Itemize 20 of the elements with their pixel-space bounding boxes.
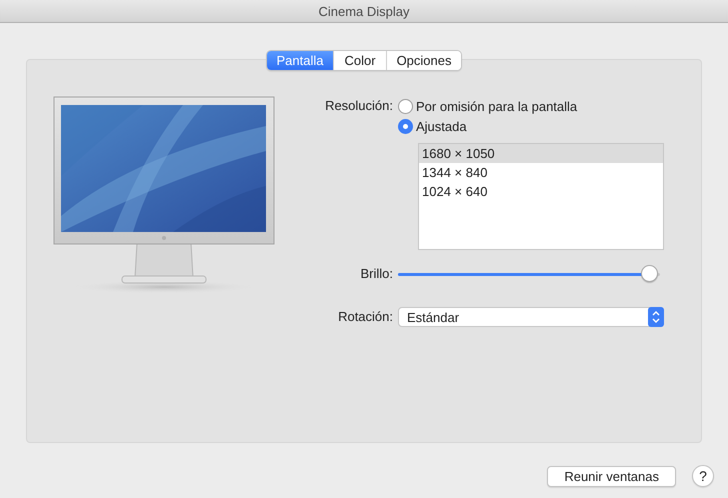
window-title: Cinema Display	[318, 4, 410, 18]
brightness-slider[interactable]	[398, 264, 660, 284]
rotation-label: Rotación:	[337, 308, 393, 326]
list-item[interactable]: 1024 × 640	[419, 182, 663, 201]
radio-label: Ajustada	[416, 118, 467, 134]
tab[interactable]: Color	[333, 51, 386, 70]
tab[interactable]: Pantalla	[266, 51, 334, 70]
list-item[interactable]: 1680 × 1050	[419, 144, 663, 163]
radio-label: Por omisión para la pantalla	[416, 98, 578, 114]
radio-button[interactable]	[398, 118, 413, 134]
brightness-label: Brillo:	[359, 265, 393, 283]
list-item[interactable]: 1344 × 840	[419, 163, 663, 182]
help-button[interactable]: ?	[692, 465, 714, 487]
tab[interactable]: Opciones	[386, 51, 462, 70]
rotation-dropdown[interactable]: Estándar	[398, 307, 664, 327]
resolution-label: Resolución:	[324, 97, 393, 115]
stepper-icon	[648, 307, 664, 327]
radio-button[interactable]	[398, 98, 413, 114]
gather-windows-button[interactable]: Reunir ventanas	[547, 466, 676, 486]
slider-thumb[interactable]	[640, 265, 658, 282]
